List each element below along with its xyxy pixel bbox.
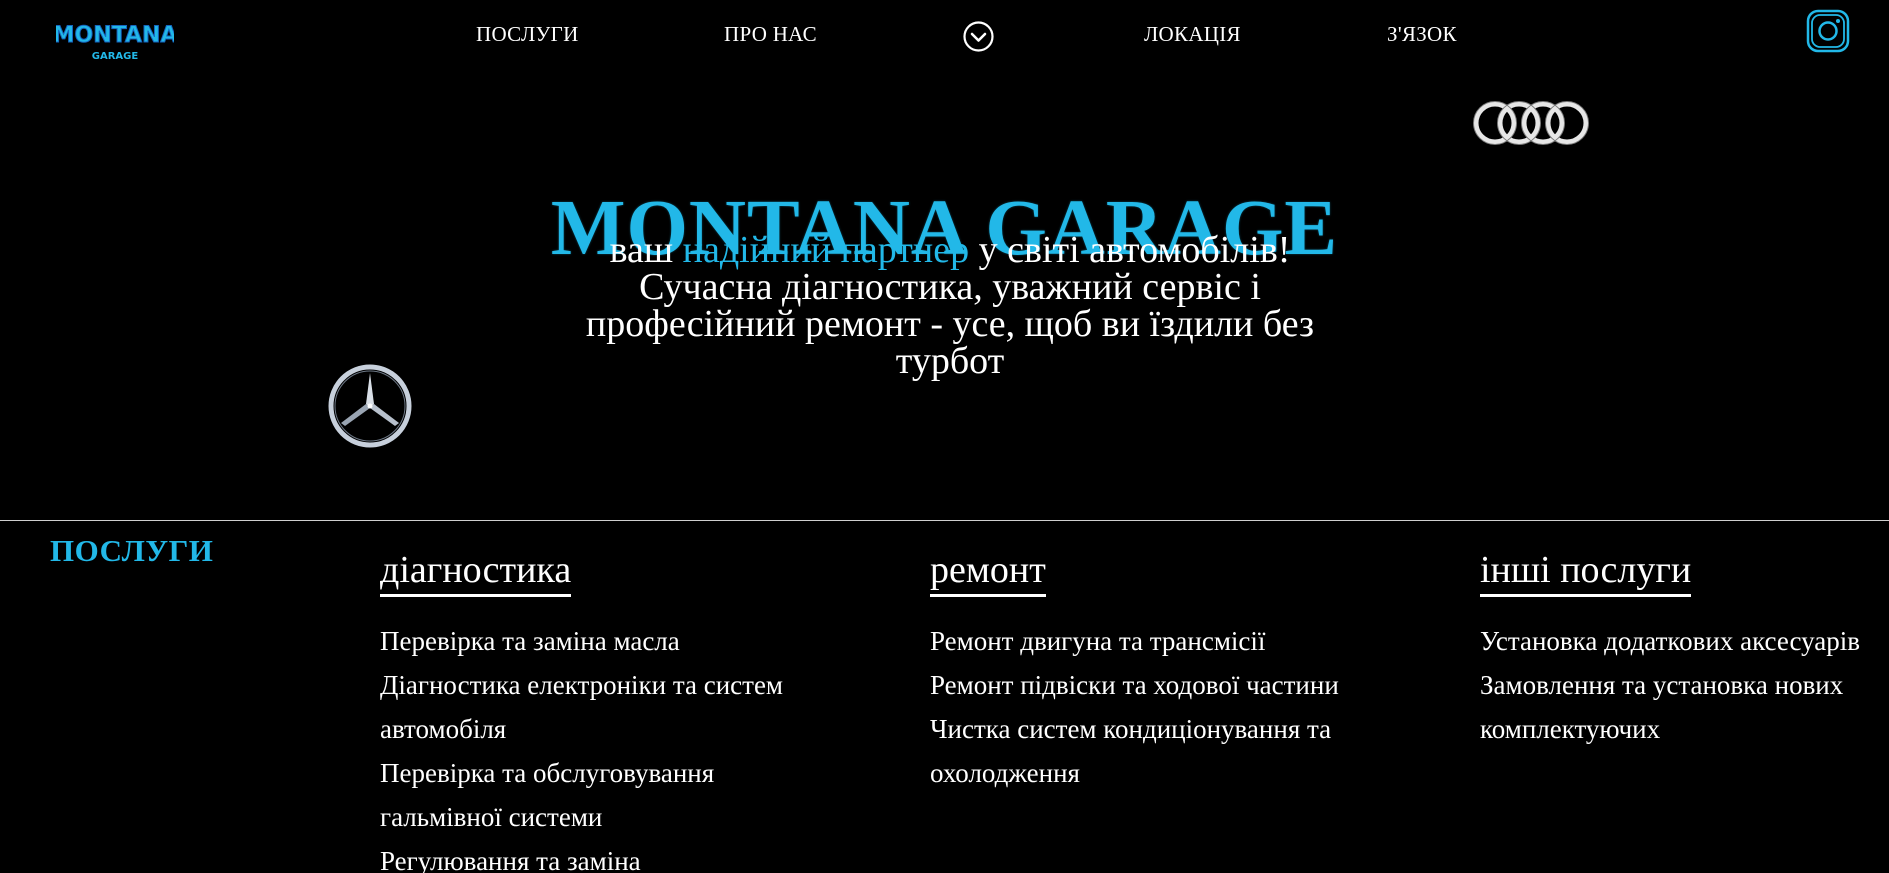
- column-title: ремонт: [930, 548, 1046, 597]
- instagram-icon: [1806, 9, 1850, 53]
- nav-link-location[interactable]: ЛОКАЦІЯ: [1144, 22, 1241, 47]
- logo-text: MONTANA: [56, 23, 174, 48]
- nav-link-services[interactable]: ПОСЛУГИ: [476, 22, 579, 47]
- service-item[interactable]: Діагностика електроніки та систем автомо…: [380, 663, 800, 751]
- service-item[interactable]: Перевірка та обслуговування гальмівної с…: [380, 751, 800, 839]
- column-title: інші послуги: [1480, 548, 1692, 597]
- service-list: Ремонт двигуна та трансмісії Ремонт підв…: [930, 619, 1350, 795]
- service-list: Установка додаткових аксесуарів Замовлен…: [1480, 619, 1880, 751]
- service-list: Перевірка та заміна масла Діагностика ел…: [380, 619, 800, 873]
- column-title: діагностика: [380, 548, 572, 597]
- hero-subtitle: ваш надійний партнер у світі автомобілів…: [580, 229, 1320, 380]
- instagram-link[interactable]: [1806, 9, 1850, 53]
- header: MONTANA GARAGE ПОСЛУГИ ПРО НАС ЛОКАЦІЯ З…: [0, 0, 1889, 72]
- montana-garage-logo-icon: MONTANA GARAGE: [56, 23, 174, 63]
- logo[interactable]: MONTANA GARAGE: [56, 12, 174, 68]
- nav-link-contact[interactable]: З'ЯЗОК: [1387, 22, 1457, 47]
- audi-logo: [1471, 99, 1593, 147]
- services-heading: ПОСЛУГИ: [50, 533, 214, 568]
- nav-toggle-button[interactable]: [962, 20, 995, 53]
- hero-subtitle-accent: надійний партнер: [682, 229, 970, 271]
- page: MONTANA GARAGE ПОСЛУГИ ПРО НАС ЛОКАЦІЯ З…: [0, 0, 1889, 873]
- service-item[interactable]: Регулювання та заміна: [380, 839, 800, 873]
- logo-subtext: GARAGE: [92, 51, 139, 62]
- service-item[interactable]: Чистка систем кондиціонування та охолодж…: [930, 707, 1350, 795]
- service-item[interactable]: Ремонт двигуна та трансмісії: [930, 619, 1350, 663]
- chevron-down-circle-icon: [963, 21, 994, 52]
- mercedes-logo-icon: [328, 364, 412, 448]
- section-divider: [0, 520, 1889, 521]
- services-column-diagnostics: діагностика Перевірка та заміна масла Ді…: [380, 548, 800, 873]
- mercedes-logo: [327, 363, 413, 449]
- hero-subtitle-prefix: ваш: [609, 229, 683, 271]
- nav-link-about[interactable]: ПРО НАС: [724, 22, 817, 47]
- audi-logo-icon: [1473, 101, 1589, 145]
- service-item[interactable]: Установка додаткових аксесуарів: [1480, 619, 1880, 663]
- service-item[interactable]: Замовлення та установка нових комплектую…: [1480, 663, 1880, 751]
- services-column-repair: ремонт Ремонт двигуна та трансмісії Ремо…: [930, 548, 1350, 795]
- service-item[interactable]: Ремонт підвіски та ходової частини: [930, 663, 1350, 707]
- services-column-other: інші послуги Установка додаткових аксесу…: [1480, 548, 1880, 751]
- service-item[interactable]: Перевірка та заміна масла: [380, 619, 800, 663]
